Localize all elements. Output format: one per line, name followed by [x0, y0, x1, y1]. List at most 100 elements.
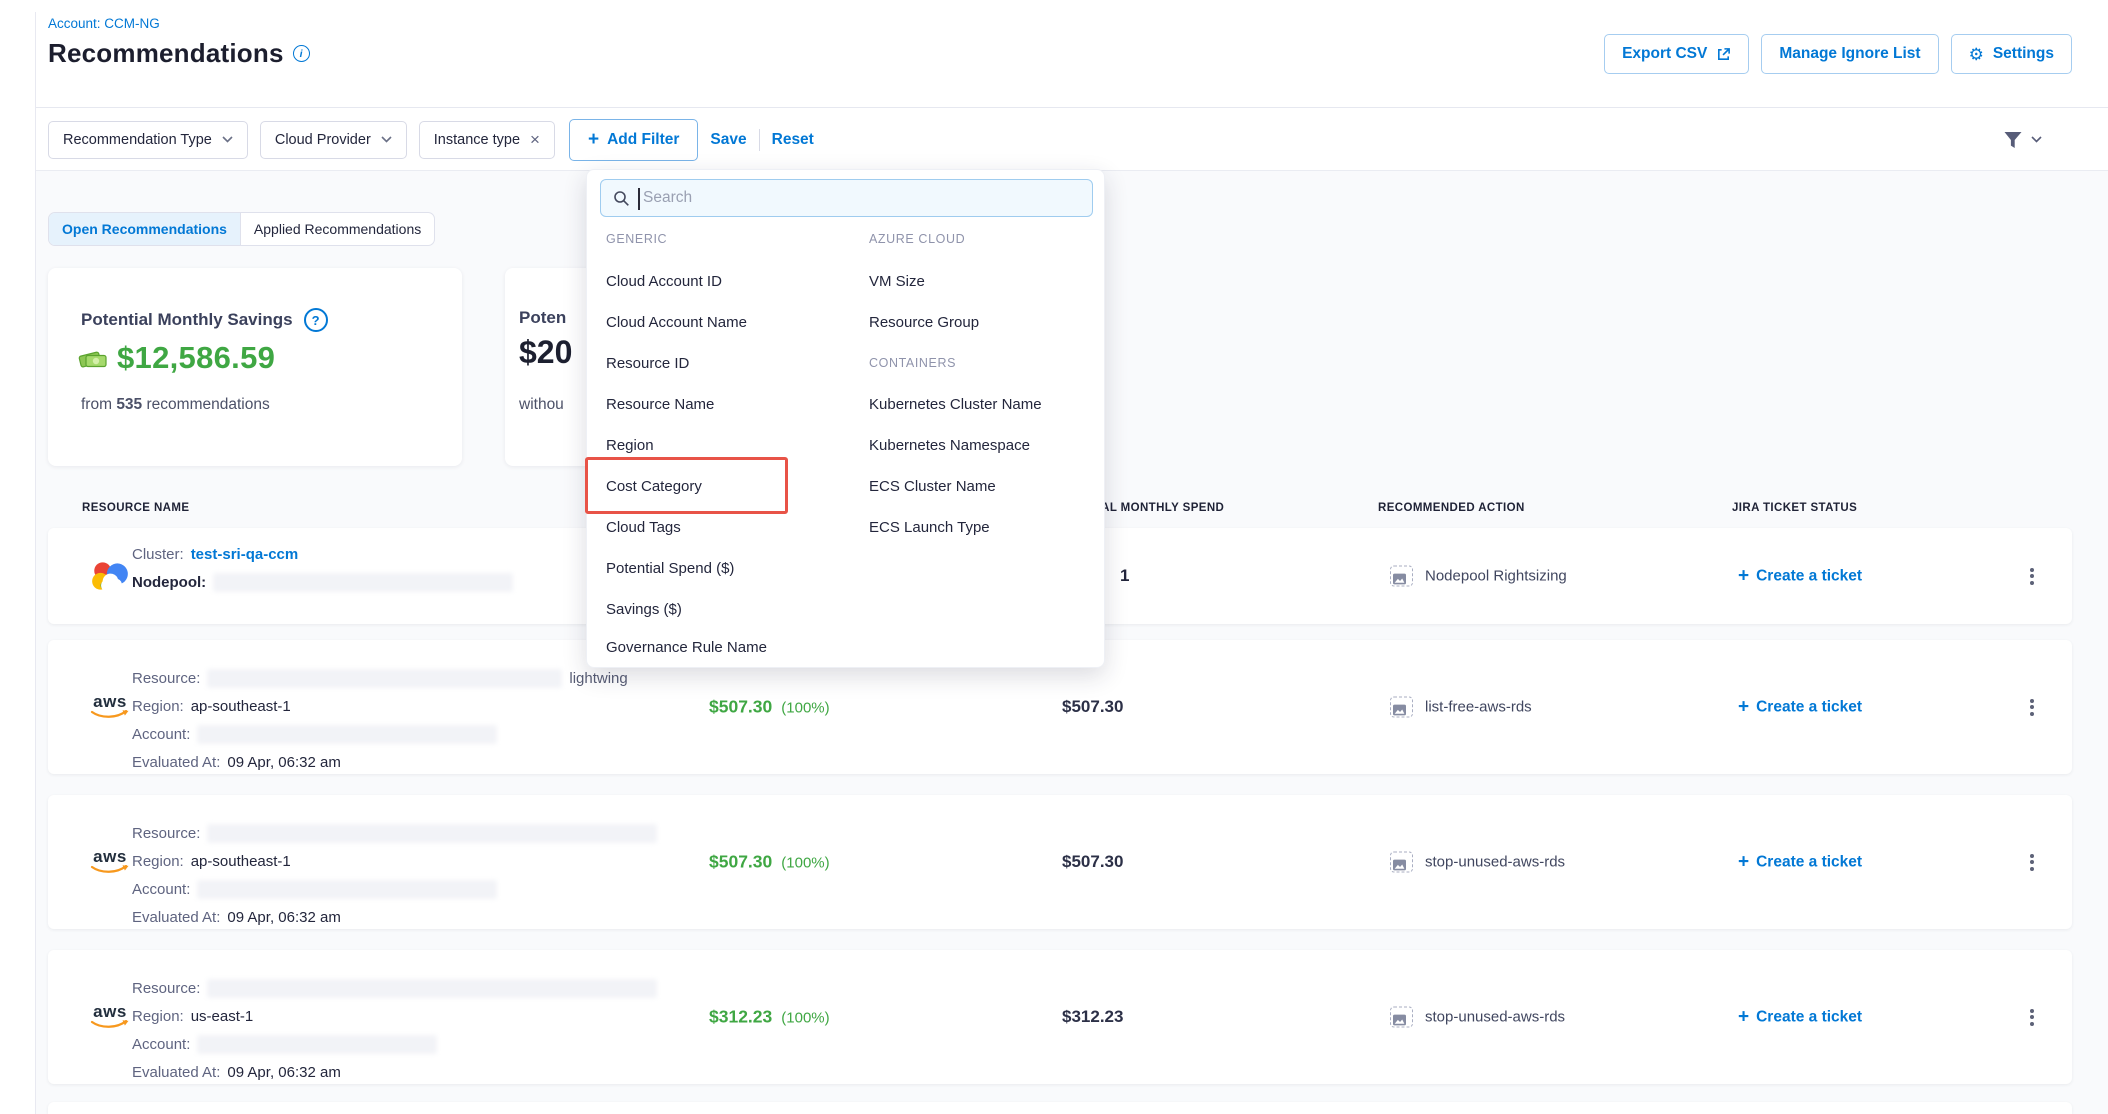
- filter-option-cloud-account-id[interactable]: Cloud Account ID: [606, 261, 722, 302]
- create-ticket-button[interactable]: + Create a ticket: [1738, 853, 1862, 872]
- filter-bar: Recommendation Type Cloud Provider Insta…: [36, 109, 2108, 171]
- manage-ignore-list-label: Manage Ignore List: [1779, 45, 1920, 63]
- section-generic: GENERIC: [606, 232, 667, 248]
- row-menu-button[interactable]: [2026, 561, 2038, 591]
- filter-chip-recommendation-type[interactable]: Recommendation Type: [48, 121, 248, 159]
- filter-option-cloud-account-name[interactable]: Cloud Account Name: [606, 302, 747, 343]
- region-value: us-east-1: [191, 1008, 254, 1025]
- monthly-spend-cell: $507.30: [1062, 852, 1123, 872]
- filter-option-kubernetes-cluster-name[interactable]: Kubernetes Cluster Name: [869, 384, 1042, 425]
- chip-label: Recommendation Type: [63, 132, 212, 148]
- spend-card-title-fragment: Poten: [519, 308, 566, 328]
- external-link-icon: [1716, 47, 1731, 62]
- table-row[interactable]: aws Resource: Region: ap-southeast-1 Acc…: [48, 795, 2072, 929]
- row-menu-button[interactable]: [2026, 1002, 2038, 1032]
- money-icon: [78, 346, 108, 370]
- filter-option-vm-size[interactable]: VM Size: [869, 261, 925, 302]
- filter-option-savings[interactable]: Savings ($): [606, 589, 682, 630]
- filter-option-resource-name[interactable]: Resource Name: [606, 384, 714, 425]
- add-filter-button[interactable]: + Add Filter: [569, 119, 698, 161]
- manage-ignore-list-button[interactable]: Manage Ignore List: [1761, 34, 1938, 74]
- plus-icon: +: [1738, 567, 1749, 586]
- plus-icon: +: [1738, 698, 1749, 717]
- recommendation-image-icon: [1390, 852, 1413, 873]
- create-ticket-button[interactable]: + Create a ticket: [1738, 698, 1862, 717]
- redacted-value: [197, 880, 497, 899]
- region-label: Region:: [132, 1008, 184, 1025]
- savings-percent: (100%): [781, 1010, 829, 1027]
- col-recommended-action: RECOMMENDED ACTION: [1378, 502, 1525, 514]
- monthly-spend-cell: $507.30: [1062, 697, 1123, 717]
- export-csv-button[interactable]: Export CSV: [1604, 34, 1749, 74]
- recommended-action-cell: stop-unused-aws-rds: [1390, 1007, 1565, 1028]
- settings-button[interactable]: ⚙ Settings: [1951, 34, 2072, 74]
- spend-value-fragment: 1: [1120, 566, 1129, 586]
- savings-value: $507.30: [709, 697, 772, 718]
- savings-percent: (100%): [781, 855, 829, 872]
- evaluated-at-value: 09 Apr, 06:32 am: [227, 909, 340, 926]
- create-ticket-label: Create a ticket: [1756, 698, 1862, 716]
- chevron-down-icon: [2031, 136, 2042, 143]
- evaluated-at-value: 09 Apr, 06:32 am: [227, 1064, 340, 1081]
- account-label: Account:: [132, 1036, 190, 1053]
- resource-label: Resource:: [132, 980, 200, 997]
- spend-value: $312.23: [1062, 1007, 1123, 1026]
- filter-option-ecs-cluster-name[interactable]: ECS Cluster Name: [869, 466, 996, 507]
- settings-label: Settings: [1993, 45, 2054, 63]
- spend-value: $507.30: [1062, 697, 1123, 716]
- reset-filter-button[interactable]: Reset: [772, 131, 814, 149]
- cluster-link[interactable]: test-sri-qa-ccm: [191, 546, 299, 563]
- chevron-down-icon[interactable]: [222, 136, 233, 143]
- evaluated-at-label: Evaluated At:: [132, 909, 220, 926]
- create-ticket-button[interactable]: + Create a ticket: [1738, 567, 1862, 586]
- recommended-action-label: list-free-aws-rds: [1425, 699, 1532, 716]
- filter-option-resource-group[interactable]: Resource Group: [869, 302, 979, 343]
- region-value: ap-southeast-1: [191, 853, 291, 870]
- recommendation-image-icon: [1390, 566, 1413, 587]
- create-ticket-label: Create a ticket: [1756, 853, 1862, 871]
- filter-option-kubernetes-namespace[interactable]: Kubernetes Namespace: [869, 425, 1030, 466]
- page-header: Account: CCM-NG Recommendations i Export…: [36, 0, 2108, 108]
- search-icon: [613, 190, 630, 207]
- aws-icon: aws: [87, 1003, 133, 1031]
- plus-icon: +: [588, 130, 599, 149]
- recommended-action-label: stop-unused-aws-rds: [1425, 854, 1565, 871]
- region-label: Region:: [132, 698, 184, 715]
- filter-option-governance-rule-name[interactable]: Governance Rule Name: [606, 627, 767, 668]
- gcp-icon: [87, 559, 133, 593]
- save-filter-button[interactable]: Save: [710, 131, 746, 149]
- recommended-action-cell: Nodepool Rightsizing: [1390, 566, 1567, 587]
- filter-chip-instance-type[interactable]: Instance type ×: [419, 121, 555, 159]
- savings-percent: (100%): [781, 700, 829, 717]
- recommended-action-cell: list-free-aws-rds: [1390, 697, 1532, 718]
- saved-filters-button[interactable]: [2002, 130, 2042, 150]
- redacted-value: [207, 824, 657, 843]
- info-icon[interactable]: i: [293, 45, 310, 62]
- help-icon[interactable]: ?: [304, 308, 328, 332]
- chevron-down-icon[interactable]: [381, 136, 392, 143]
- resource-name-fragment: lightwing: [569, 670, 627, 687]
- breadcrumb-account-link[interactable]: Account: CCM-NG: [48, 16, 160, 31]
- tab-applied-recommendations[interactable]: Applied Recommendations: [241, 213, 434, 245]
- filter-chip-cloud-provider[interactable]: Cloud Provider: [260, 121, 407, 159]
- recommendation-image-icon: [1390, 697, 1413, 718]
- recommendations-tabs: Open Recommendations Applied Recommendat…: [48, 212, 435, 246]
- plus-icon: +: [1738, 853, 1749, 872]
- table-row-partial[interactable]: [48, 1102, 2072, 1114]
- filter-option-resource-id[interactable]: Resource ID: [606, 343, 689, 384]
- text-cursor: [638, 188, 640, 210]
- search-input[interactable]: [643, 180, 1083, 216]
- close-icon[interactable]: ×: [530, 131, 540, 148]
- resource-label: Resource:: [132, 670, 200, 687]
- row-menu-button[interactable]: [2026, 847, 2038, 877]
- table-row[interactable]: aws Resource: Region: us-east-1 Account:…: [48, 950, 2072, 1084]
- add-filter-dropdown: GENERIC Cloud Account ID Cloud Account N…: [586, 169, 1105, 668]
- create-ticket-button[interactable]: + Create a ticket: [1738, 1008, 1862, 1027]
- tab-open-recommendations[interactable]: Open Recommendations: [49, 213, 241, 245]
- filter-option-ecs-launch-type[interactable]: ECS Launch Type: [869, 507, 990, 548]
- filter-search[interactable]: [600, 179, 1093, 217]
- row-menu-button[interactable]: [2026, 692, 2038, 722]
- add-filter-label: Add Filter: [607, 131, 679, 149]
- savings-subtext: from 535 recommendations: [81, 396, 270, 414]
- filter-option-potential-spend[interactable]: Potential Spend ($): [606, 548, 734, 589]
